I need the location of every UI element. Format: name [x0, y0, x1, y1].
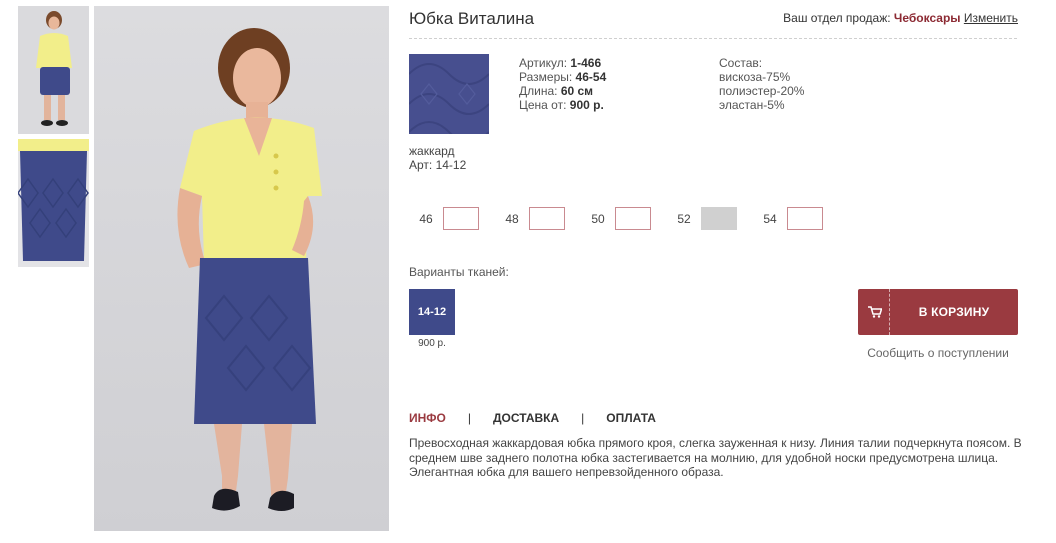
- size-label: 46: [419, 211, 433, 226]
- cart-icon: [860, 289, 890, 335]
- composition-item: вискоза-75%: [719, 70, 791, 84]
- spec-article-value: 1-466: [570, 56, 602, 70]
- composition-label: Состав:: [719, 56, 763, 70]
- sales-department: Ваш отдел продаж: Чебоксары Изменить: [783, 11, 1018, 25]
- sales-label: Ваш отдел продаж:: [783, 11, 891, 25]
- fabric-art: Арт: 14-12: [409, 158, 467, 172]
- size-qty-input-48[interactable]: [529, 207, 565, 230]
- tab-delivery[interactable]: ДОСТАВКА: [493, 411, 559, 425]
- product-specs: Артикул: 1-466 Размеры: 46-54 Длина: 60 …: [519, 56, 606, 112]
- size-qty-input-46[interactable]: [443, 207, 479, 230]
- notify-availability-link[interactable]: Сообщить о поступлении: [858, 346, 1018, 360]
- variant-price: 900 р.: [418, 338, 446, 349]
- spec-price: Цена от: 900 р.: [519, 98, 606, 112]
- size-option-48: 48: [495, 207, 565, 230]
- jacquard-pattern-icon: [409, 54, 489, 134]
- size-label: 52: [677, 211, 691, 226]
- size-qty-unavailable-52: [701, 207, 737, 230]
- change-city-link[interactable]: Изменить: [964, 11, 1018, 25]
- composition-item: эластан-5%: [719, 98, 785, 112]
- product-description: Превосходная жаккардовая юбка прямого кр…: [409, 436, 1022, 479]
- thumbnail-full-outfit[interactable]: [18, 6, 89, 134]
- tab-separator: |: [467, 411, 471, 425]
- fabric-caption: жаккард Арт: 14-12: [409, 144, 466, 172]
- spec-price-label: Цена от:: [519, 98, 567, 112]
- size-option-54: 54: [753, 207, 823, 230]
- spec-sizes-value: 46-54: [575, 70, 607, 84]
- model-photo-thumb-icon: [18, 6, 89, 134]
- size-option-46: 46: [409, 207, 479, 230]
- size-qty-input-50[interactable]: [615, 207, 651, 230]
- tab-separator: |: [581, 411, 585, 425]
- variant-code: 14-12: [417, 306, 447, 318]
- composition-item: полиэстер-20%: [719, 84, 805, 98]
- spec-sizes: Размеры: 46-54: [519, 70, 606, 84]
- size-option-52: 52: [667, 207, 737, 230]
- spec-article-label: Артикул:: [519, 56, 568, 70]
- size-label: 54: [763, 211, 777, 226]
- product-title: Юбка Виталина: [409, 9, 535, 28]
- spec-sizes-label: Размеры:: [519, 70, 573, 84]
- size-option-50: 50: [581, 207, 651, 230]
- fabric-name: жаккард: [409, 144, 455, 158]
- tab-payment[interactable]: ОПЛАТА: [606, 411, 656, 425]
- skirt-photo-thumb-icon: [18, 139, 89, 267]
- cart-button-label: В КОРЗИНУ: [918, 305, 990, 319]
- size-label: 50: [591, 211, 605, 226]
- size-qty-input-54[interactable]: [787, 207, 823, 230]
- spec-length-label: Длина:: [519, 84, 558, 98]
- thumbnail-list: [18, 6, 90, 272]
- main-product-photo[interactable]: [94, 6, 389, 531]
- composition: Состав: вискоза-75% полиэстер-20% эласта…: [719, 56, 804, 112]
- tab-info[interactable]: ИНФО: [409, 411, 446, 425]
- fabric-swatch[interactable]: [409, 54, 489, 134]
- header-divider: [409, 38, 1017, 39]
- sales-city: Чебоксары: [893, 11, 961, 25]
- spec-price-value: 900 р.: [569, 98, 604, 112]
- spec-article: Артикул: 1-466: [519, 56, 606, 70]
- size-label: 48: [505, 211, 519, 226]
- spec-length-value: 60 см: [560, 84, 594, 98]
- spec-length: Длина: 60 см: [519, 84, 606, 98]
- add-to-cart-button[interactable]: В КОРЗИНУ: [858, 289, 1018, 335]
- size-selector: 46 48 50 52 54: [409, 207, 839, 230]
- thumbnail-skirt-closeup[interactable]: [18, 139, 89, 267]
- fabric-variant-14-12[interactable]: 14-12: [409, 289, 455, 335]
- variants-label: Варианты тканей:: [409, 265, 509, 279]
- model-photo-icon: [94, 6, 389, 531]
- info-tabs: ИНФО | ДОСТАВКА | ОПЛАТА: [409, 411, 656, 425]
